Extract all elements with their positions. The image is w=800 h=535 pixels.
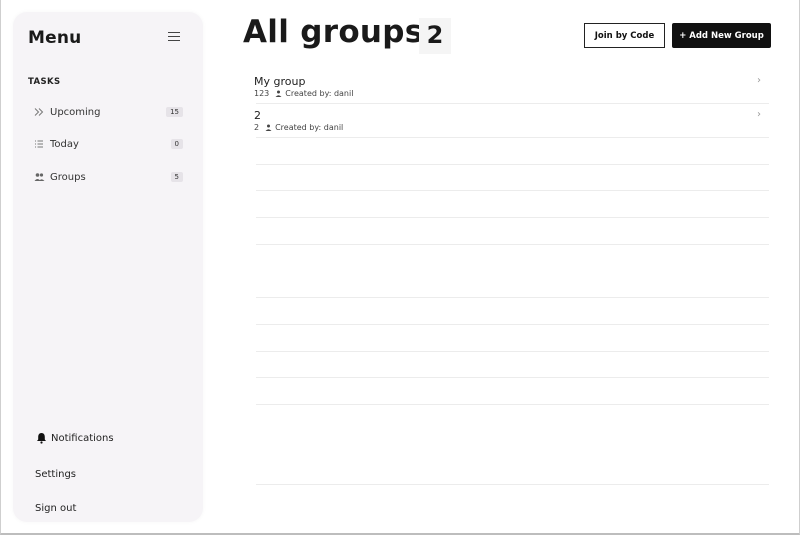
list-divider bbox=[256, 404, 769, 405]
sidebar-settings[interactable]: Settings bbox=[35, 466, 185, 482]
list-divider bbox=[256, 137, 769, 138]
notifications-label: Notifications bbox=[51, 432, 114, 444]
sidebar-item-today[interactable]: Today 0 bbox=[33, 135, 183, 153]
sidebar-item-label: Groups bbox=[50, 171, 86, 183]
sidebar-item-groups[interactable]: Groups 5 bbox=[33, 168, 183, 186]
join-by-code-button[interactable]: Join by Code bbox=[584, 23, 665, 48]
list-icon bbox=[33, 138, 45, 150]
list-divider bbox=[256, 351, 769, 352]
group-code: 2 bbox=[254, 123, 260, 132]
list-divider bbox=[256, 164, 769, 165]
list-divider bbox=[256, 190, 769, 191]
sidebar-notifications[interactable]: Notifications bbox=[35, 430, 185, 446]
page-title: All groups bbox=[243, 14, 424, 50]
sidebar-item-label: Today bbox=[50, 138, 79, 150]
sidebar: Menu TASKS Upcoming 15 Today 0 Groups 5 bbox=[13, 12, 203, 522]
group-creator: Created by: danil bbox=[285, 89, 354, 98]
list-divider bbox=[256, 217, 769, 218]
groups-count: 2 bbox=[419, 18, 451, 54]
group-name: My group bbox=[254, 75, 306, 88]
group-code: 123 bbox=[254, 89, 270, 98]
sidebar-sign-out[interactable]: Sign out bbox=[35, 500, 185, 516]
settings-label: Settings bbox=[35, 468, 77, 480]
list-divider bbox=[256, 377, 769, 378]
count-badge: 15 bbox=[166, 107, 183, 117]
users-icon bbox=[33, 171, 45, 183]
list-divider bbox=[256, 484, 769, 485]
group-creator: Created by: danil bbox=[275, 123, 344, 132]
sign-out-label: Sign out bbox=[35, 502, 77, 514]
section-heading-tasks: TASKS bbox=[28, 77, 61, 87]
person-icon bbox=[265, 124, 272, 131]
list-divider bbox=[256, 103, 769, 104]
chevron-right-icon: › bbox=[757, 75, 761, 86]
chevron-right-icon: › bbox=[757, 109, 761, 120]
hamburger-menu-icon[interactable] bbox=[168, 32, 180, 42]
count-badge: 5 bbox=[170, 172, 183, 182]
group-meta: 2 Created by: danil bbox=[254, 123, 343, 132]
sidebar-item-label: Upcoming bbox=[50, 106, 101, 118]
sidebar-title: Menu bbox=[28, 28, 82, 48]
count-badge: 0 bbox=[170, 139, 183, 149]
group-meta: 123 Created by: danil bbox=[254, 89, 353, 98]
bell-icon bbox=[35, 432, 47, 444]
app-window: Menu TASKS Upcoming 15 Today 0 Groups 5 bbox=[0, 0, 800, 535]
list-divider bbox=[256, 244, 769, 245]
list-divider bbox=[256, 324, 769, 325]
list-divider bbox=[256, 297, 769, 298]
sidebar-item-upcoming[interactable]: Upcoming 15 bbox=[33, 103, 183, 121]
person-icon bbox=[275, 90, 282, 97]
group-name: 2 bbox=[254, 109, 261, 122]
double-chevron-right-icon bbox=[33, 106, 45, 118]
add-new-group-button[interactable]: + Add New Group bbox=[672, 23, 771, 48]
